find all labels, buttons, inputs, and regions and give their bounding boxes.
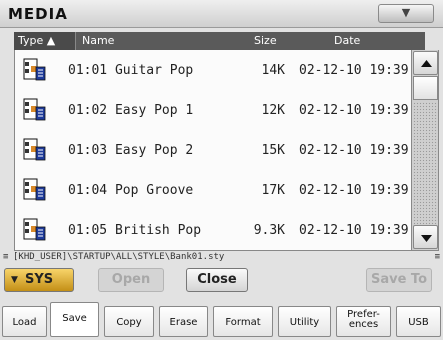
style-file-icon [23,98,47,122]
tab-label: Erase [169,317,198,328]
tab-usb[interactable]: USB [396,306,441,337]
file-size: 9.3K [253,223,285,238]
scroll-down-button[interactable] [413,225,438,249]
file-size: 14K [261,63,285,78]
tab-label: USB [408,317,429,328]
style-file-icon [23,58,47,82]
title-bar: MEDIA ▼ [0,0,443,28]
file-name: 01:04 Pop Groove [68,183,194,198]
file-name: 01:01 Guitar Pop [68,63,194,78]
file-date: 02-12-10 19:39 [299,223,409,238]
tab-format[interactable]: Format [213,306,273,337]
device-select-button[interactable]: ▼ SYS [4,268,74,292]
tab-save[interactable]: Save [50,302,99,337]
arrow-up-icon [421,60,432,67]
file-row[interactable]: 01:02 Easy Pop 1 12K 02-12-10 19:39 [15,90,412,130]
device-label: SYS [25,272,54,287]
tab-load[interactable]: Load [2,306,47,337]
path-marker-left: ≡ [3,252,9,262]
file-row[interactable]: 01:03 Easy Pop 2 15K 02-12-10 19:39 [15,130,412,170]
scroll-thumb[interactable] [413,76,438,100]
tab-label: Utility [289,317,320,328]
style-file-icon [23,138,47,162]
scroll-track[interactable] [413,102,438,225]
tab-bar: Load Save Copy Erase Format Utility Prefer- en… [0,300,443,340]
file-list-header: Type ▲ Name Size Date [14,32,425,50]
tab-label: Load [12,317,37,328]
save-to-button[interactable]: Save To [366,268,432,292]
file-size: 12K [261,103,285,118]
tab-label: Save [62,313,87,324]
triangle-down-icon: ▼ [11,275,18,285]
column-header-size[interactable]: Size [254,34,277,47]
path-bar: ≡ [KHD_USER]\STARTUP\ALL\STYLE\Bank01.st… [0,252,443,264]
file-list-scrollbar[interactable] [411,50,439,251]
file-name: 01:02 Easy Pop 1 [68,103,194,118]
file-date: 02-12-10 19:39 [299,143,409,158]
file-row[interactable]: 01:01 Guitar Pop 14K 02-12-10 19:39 [15,50,412,90]
media-page: MEDIA ▼ Type ▲ Name Size Date 01:01 Guit… [0,0,443,340]
tab-utility[interactable]: Utility [278,306,331,337]
path-marker-right: ≡ [434,252,440,262]
file-list[interactable]: 01:01 Guitar Pop 14K 02-12-10 19:39 01:02 E… [14,50,411,251]
chevron-down-icon: ▼ [401,6,411,19]
file-date: 02-12-10 19:39 [299,103,409,118]
file-date: 02-12-10 19:39 [299,183,409,198]
file-row[interactable]: 01:04 Pop Groove 17K 02-12-10 19:39 [15,170,412,210]
file-row[interactable]: 01:05 British Pop 9.3K 02-12-10 19:39 [15,210,412,250]
page-title: MEDIA [8,5,68,23]
open-button[interactable]: Open [98,268,164,292]
tab-label: Prefer- ences [347,309,380,330]
tab-erase[interactable]: Erase [159,306,208,337]
tab-label: Format [225,317,261,328]
close-button[interactable]: Close [186,268,248,292]
file-size: 17K [261,183,285,198]
page-menu-button[interactable]: ▼ [378,4,434,23]
column-header-name[interactable]: Name [82,34,114,47]
file-size: 15K [261,143,285,158]
file-name: 01:03 Easy Pop 2 [68,143,194,158]
current-path: [KHD_USER]\STARTUP\ALL\STYLE\Bank01.sty [13,252,225,262]
column-header-type[interactable]: Type ▲ [14,32,76,50]
arrow-down-icon [421,235,432,242]
scroll-up-button[interactable] [413,51,438,75]
style-file-icon [23,178,47,202]
style-file-icon [23,218,47,242]
tab-label: Copy [116,317,142,328]
file-name: 01:05 British Pop [68,223,202,238]
column-header-date[interactable]: Date [334,34,360,47]
tab-copy[interactable]: Copy [104,306,154,337]
file-date: 02-12-10 19:39 [299,63,409,78]
tab-preferences[interactable]: Prefer- ences [336,306,391,337]
